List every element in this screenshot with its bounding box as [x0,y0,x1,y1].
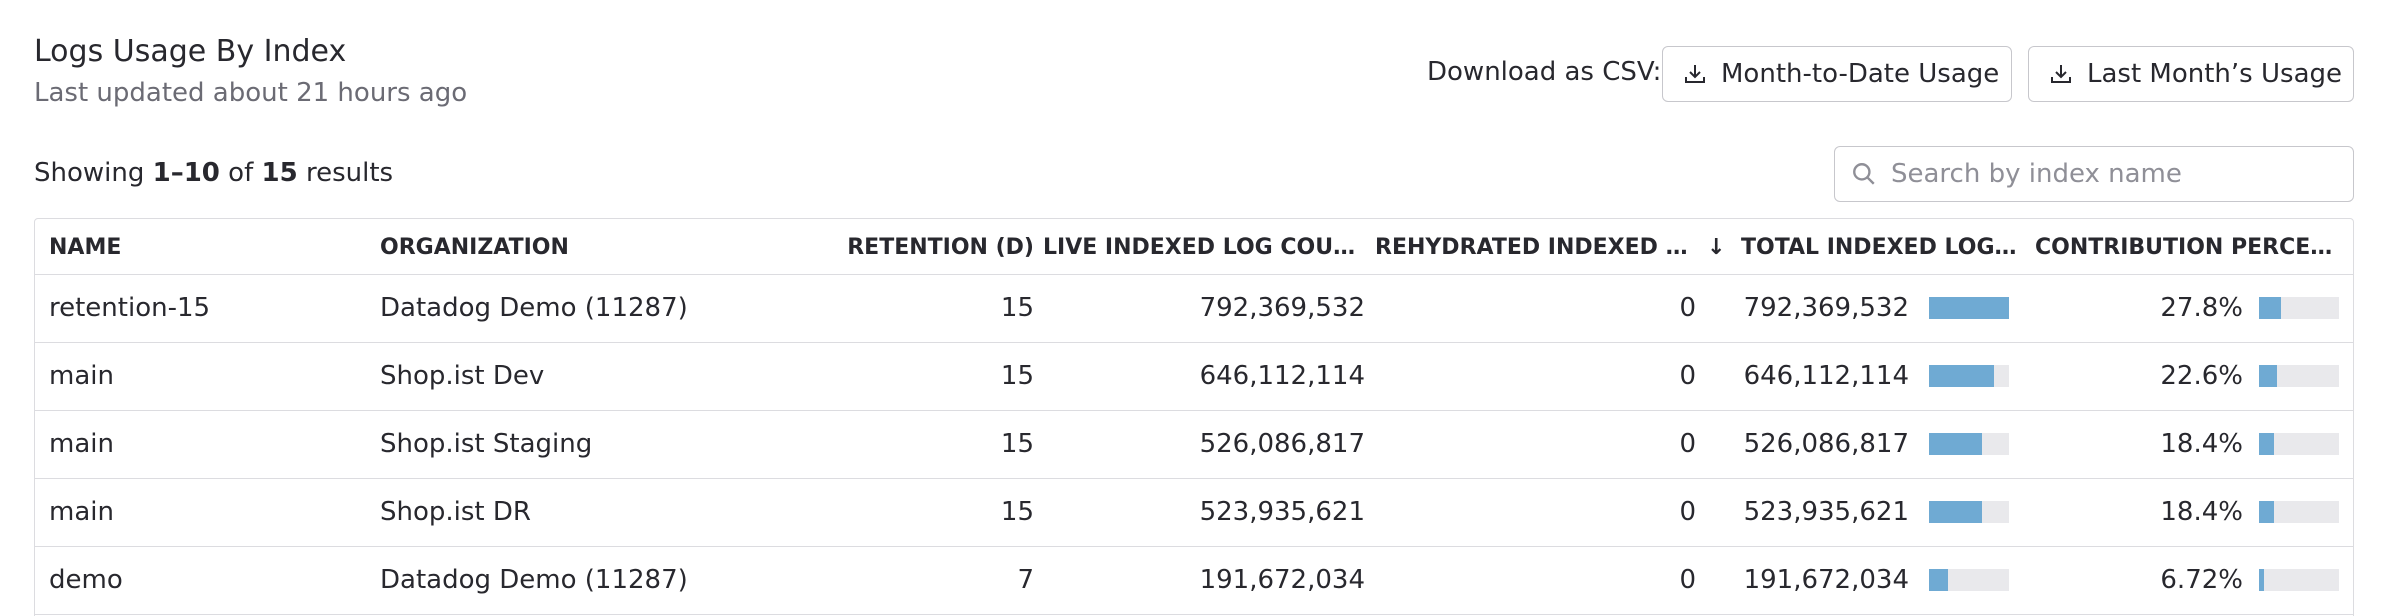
cell-contribution: 27.8% [2160,293,2243,323]
total-indexed-bar [1929,297,2009,319]
total-indexed-bar [1929,569,2009,591]
table-header: NAME ORGANIZATION RETENTION (D) LIVE IND… [35,219,2353,275]
contribution-bar-fill [2259,433,2274,455]
table-row[interactable]: retention-15 Datadog Demo (11287) 15 792,36… [35,275,2353,343]
total-indexed-bar-fill [1929,501,1982,523]
cell-organization: Shop.ist DR [380,497,531,527]
month-to-date-download-button[interactable]: Month-to-Date Usage [1662,46,2012,102]
column-header-organization[interactable]: ORGANIZATION [380,235,569,260]
total-indexed-bar-fill [1929,365,1995,387]
download-icon [1685,65,1705,83]
last-updated-text: Last updated about 21 hours ago [34,78,468,108]
cell-rehydrated: 0 [1679,497,1696,527]
total-indexed-bar-fill [1929,297,2009,319]
page-title: Logs Usage By Index [34,34,347,69]
cell-total-indexed: 191,672,034 [1743,565,1909,595]
cell-retention: 15 [1000,497,1034,527]
cell-total-indexed: 792,369,532 [1743,293,1909,323]
total-indexed-bar-fill [1929,569,1949,591]
cell-name: main [49,497,114,527]
cell-organization: Datadog Demo (11287) [380,293,688,323]
search-input[interactable] [1891,159,2331,189]
column-header-live-indexed[interactable]: LIVE INDEXED LOG COU… [1043,235,1355,260]
sort-descending-icon[interactable]: ↓ [1707,235,1725,260]
contribution-bar-fill [2259,501,2274,523]
month-to-date-label: Month-to-Date Usage [1721,59,2000,89]
cell-live-indexed: 526,086,817 [1199,429,1365,459]
cell-rehydrated: 0 [1679,565,1696,595]
cell-organization: Datadog Demo (11287) [380,565,688,595]
cell-name: main [49,361,114,391]
contribution-bar-fill [2259,365,2278,387]
cell-contribution: 18.4% [2160,497,2243,527]
csv-label: Download as CSV: [1427,57,1662,87]
contribution-bar [2259,433,2339,455]
cell-live-indexed: 792,369,532 [1199,293,1365,323]
search-icon [1853,163,1875,185]
cell-live-indexed: 646,112,114 [1199,361,1365,391]
contribution-bar [2259,569,2339,591]
cell-contribution: 18.4% [2160,429,2243,459]
cell-retention: 15 [1000,293,1034,323]
download-icon [2051,65,2071,83]
total-indexed-bar-fill [1929,433,1983,455]
column-header-contribution[interactable]: CONTRIBUTION PERCE… [2035,235,2332,260]
contribution-bar [2259,365,2339,387]
cell-name: main [49,429,114,459]
last-month-download-button[interactable]: Last Month’s Usage [2028,46,2354,102]
cell-live-indexed: 523,935,621 [1199,497,1365,527]
total-indexed-bar [1929,365,2009,387]
table-row[interactable]: main Shop.ist Dev 15 646,112,114 0 646,112,11… [35,343,2353,411]
total-indexed-bar [1929,501,2009,523]
table-row[interactable]: main Shop.ist DR 15 523,935,621 0 523,935,621… [35,479,2353,547]
total-indexed-bar [1929,433,2009,455]
cell-rehydrated: 0 [1679,361,1696,391]
cell-name: demo [49,565,123,595]
search-box[interactable] [1834,146,2354,202]
cell-live-indexed: 191,672,034 [1199,565,1365,595]
cell-total-indexed: 526,086,817 [1743,429,1909,459]
cell-retention: 15 [1000,361,1034,391]
contribution-bar [2259,501,2339,523]
cell-total-indexed: 523,935,621 [1743,497,1909,527]
table-row[interactable]: main Shop.ist Staging 15 526,086,817 0 526,08… [35,411,2353,479]
cell-retention: 7 [1017,565,1034,595]
cell-name: retention-15 [49,293,211,323]
usage-table: NAME ORGANIZATION RETENTION (D) LIVE IND… [34,218,2354,616]
last-month-label: Last Month’s Usage [2087,59,2342,89]
results-summary: Showing 1–10 of 15 results [34,158,394,188]
cell-contribution: 6.72% [2160,565,2243,595]
contribution-bar [2259,297,2339,319]
contribution-bar-fill [2259,297,2282,319]
cell-organization: Shop.ist Dev [380,361,545,391]
cell-contribution: 22.6% [2160,361,2243,391]
contribution-bar-fill [2259,569,2265,591]
cell-total-indexed: 646,112,114 [1743,361,1909,391]
cell-rehydrated: 0 [1679,429,1696,459]
cell-rehydrated: 0 [1679,293,1696,323]
column-header-total-indexed[interactable]: TOTAL INDEXED LOG… [1741,235,2017,260]
cell-retention: 15 [1000,429,1034,459]
cell-organization: Shop.ist Staging [380,429,593,459]
table-row[interactable]: demo Datadog Demo (11287) 7 191,672,034 0 191… [35,547,2353,615]
column-header-rehydrated[interactable]: REHYDRATED INDEXED … [1375,235,1688,260]
column-header-retention[interactable]: RETENTION (D) [847,235,1034,260]
column-header-name[interactable]: NAME [49,235,121,260]
